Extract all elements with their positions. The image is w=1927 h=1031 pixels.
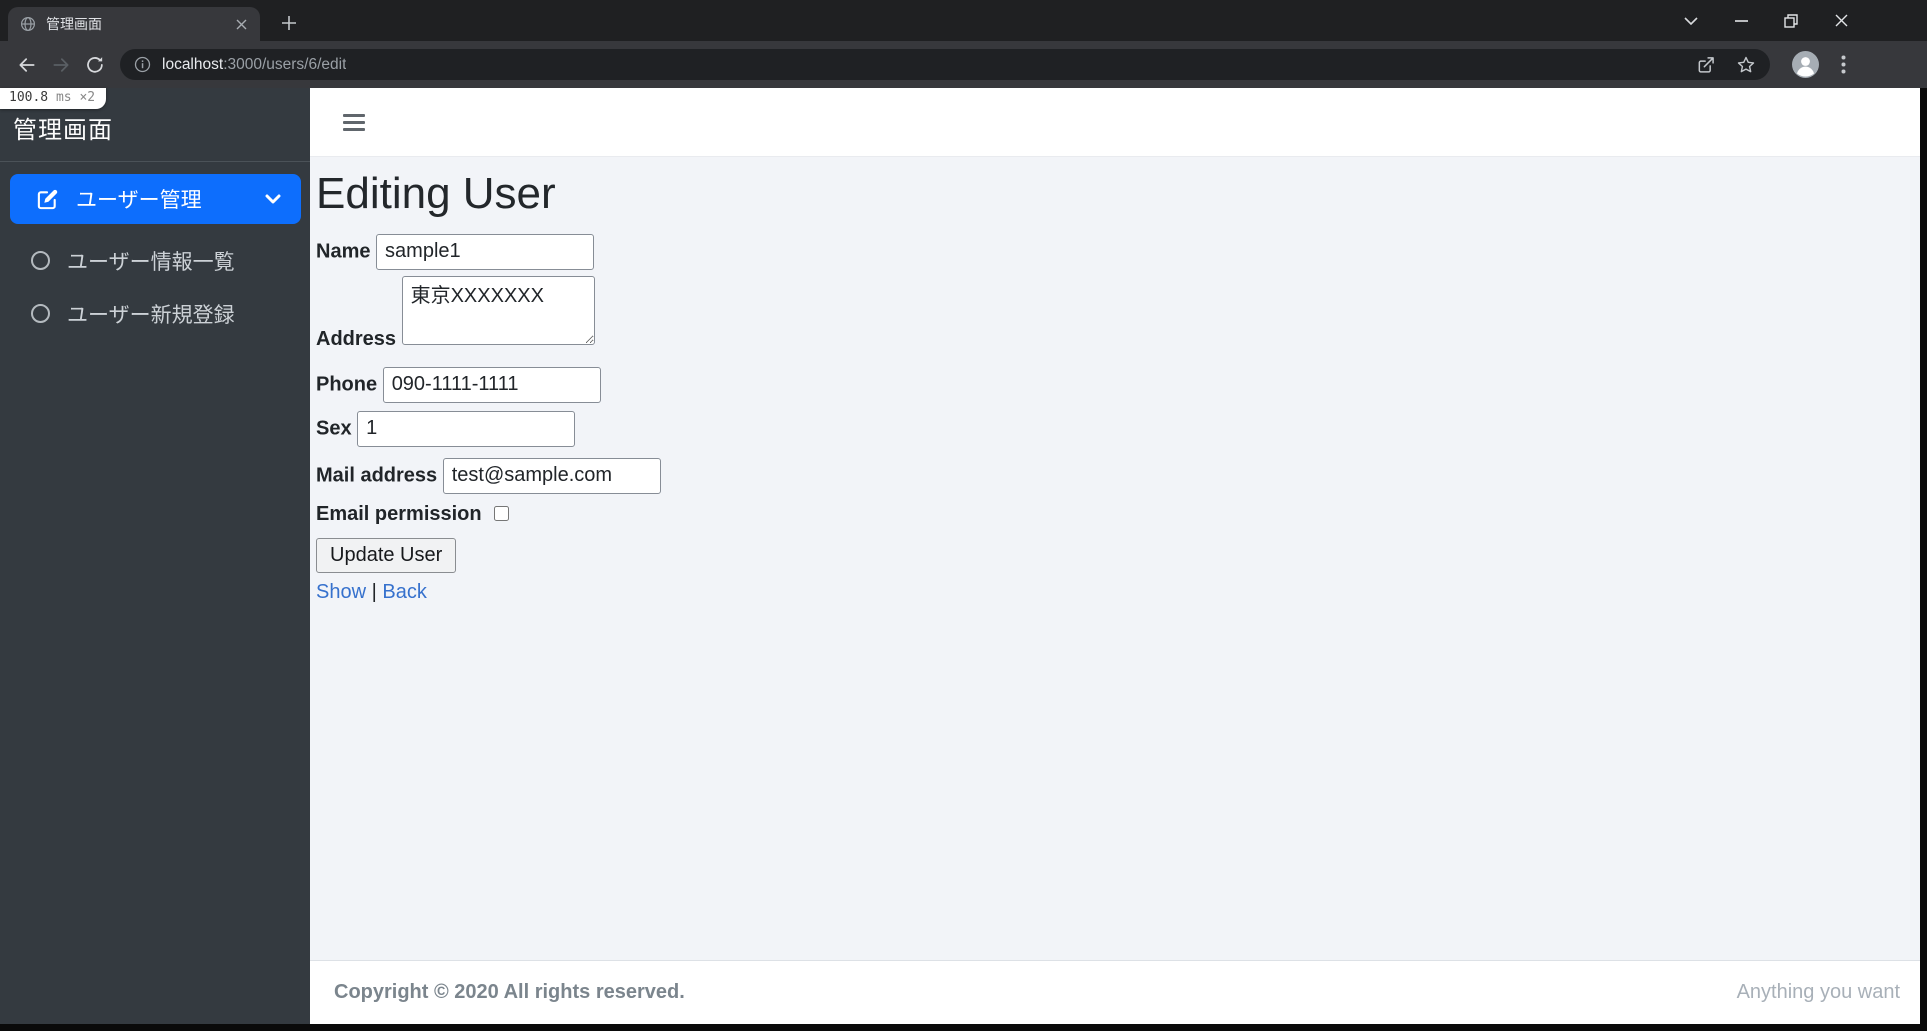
- browser-toolbar: localhost:3000/users/6/edit: [0, 41, 1927, 88]
- sidebar-divider: [0, 161, 310, 162]
- name-field-row: Name: [316, 233, 1920, 270]
- url-text: localhost:3000/users/6/edit: [162, 56, 346, 74]
- show-link[interactable]: Show: [316, 581, 366, 603]
- sidebar-item-user-list[interactable]: ユーザー情報一覧: [0, 244, 310, 277]
- window-right-edge: [1920, 88, 1927, 1031]
- forward-button[interactable]: [44, 48, 78, 82]
- sidebar-item-user-register[interactable]: ユーザー新規登録: [0, 297, 310, 330]
- window-restore-button[interactable]: [1779, 9, 1803, 33]
- link-separator: |: [371, 580, 377, 603]
- window-bottom-edge: [0, 1024, 1927, 1031]
- sidebar-item-label: ユーザー管理: [76, 189, 202, 212]
- sex-input[interactable]: [357, 410, 576, 447]
- back-link[interactable]: Back: [382, 581, 426, 603]
- window-controls: [1679, 0, 1853, 41]
- phone-field-row: Phone: [316, 366, 1920, 403]
- site-info-icon[interactable]: [134, 56, 151, 73]
- top-navbar: [310, 88, 1920, 157]
- favicon-globe-icon: [20, 16, 36, 32]
- email-permission-row: Email permission: [316, 503, 1920, 526]
- main-area: Editing User Name Address 東京XXXXXXX Phon…: [310, 88, 1920, 1024]
- address-field-row: Address 東京XXXXXXX: [316, 275, 1920, 351]
- profiler-badge[interactable]: 100.8 ms ×2: [0, 88, 107, 109]
- links-row: Show | Back: [316, 581, 1920, 604]
- page-title: Editing User: [316, 169, 556, 218]
- phone-label: Phone: [316, 373, 378, 396]
- bookmark-star-icon[interactable]: [1736, 55, 1756, 75]
- profiler-time: 100.8: [9, 90, 49, 105]
- address-bar[interactable]: localhost:3000/users/6/edit: [120, 49, 1770, 80]
- circle-bullet-icon: [31, 304, 50, 323]
- sidebar-item-user-management[interactable]: ユーザー管理: [10, 174, 301, 224]
- email-permission-checkbox[interactable]: [494, 505, 510, 521]
- tab-title: 管理画面: [46, 16, 102, 32]
- footer-tagline: Anything you want: [1736, 981, 1900, 1003]
- mail-address-input[interactable]: [442, 457, 661, 494]
- share-icon[interactable]: [1696, 55, 1716, 75]
- reload-button[interactable]: [78, 48, 112, 82]
- tab-close-icon[interactable]: [232, 15, 250, 33]
- edit-pencil-square-icon: [36, 188, 59, 211]
- chevron-down-icon: [265, 194, 281, 204]
- circle-bullet-icon: [31, 251, 50, 270]
- sidebar: 管理画面 ユーザー管理 ユーザー情報一覧 ユーザー新規登録: [0, 88, 310, 1024]
- browser-menu-kebab-icon[interactable]: [1831, 53, 1855, 77]
- window-minimize-button[interactable]: [1729, 9, 1753, 33]
- sidebar-item-label: ユーザー新規登録: [67, 303, 235, 327]
- name-label: Name: [316, 240, 371, 263]
- footer: Copyright © 2020 All rights reserved. An…: [310, 960, 1920, 1024]
- back-button[interactable]: [10, 48, 44, 82]
- address-label: Address: [316, 327, 397, 350]
- mail-address-label: Mail address: [316, 464, 438, 487]
- mail-field-row: Mail address: [316, 457, 1920, 494]
- sidebar-item-label: ユーザー情報一覧: [67, 250, 235, 274]
- profiler-unit: ms: [55, 90, 72, 105]
- email-permission-label: Email permission: [316, 502, 482, 525]
- name-input[interactable]: [376, 233, 595, 270]
- sex-label: Sex: [316, 417, 352, 440]
- browser-tab-strip: 管理画面: [0, 0, 1927, 41]
- copyright-text: Copyright © 2020 All rights reserved.: [334, 981, 685, 1003]
- url-path: :3000/users/6/edit: [223, 55, 347, 73]
- page: 100.8 ms ×2 管理画面 ユーザー管理 ユーザー情報一覧 ユーザー新規登: [0, 88, 1920, 1024]
- update-user-button[interactable]: Update User: [316, 537, 457, 573]
- window-close-button[interactable]: [1829, 9, 1853, 33]
- submit-row: Update User: [316, 537, 1920, 573]
- browser-tab[interactable]: 管理画面: [8, 7, 260, 41]
- sex-field-row: Sex: [316, 410, 1920, 447]
- phone-input[interactable]: [382, 366, 601, 403]
- profile-avatar[interactable]: [1792, 51, 1819, 78]
- profiler-count: ×2: [79, 90, 96, 105]
- new-tab-button[interactable]: [276, 10, 302, 36]
- hamburger-menu-icon[interactable]: [343, 113, 365, 131]
- content: Editing User Name Address 東京XXXXXXX Phon…: [310, 157, 1920, 960]
- tab-search-chevron-icon[interactable]: [1679, 9, 1703, 33]
- address-textarea[interactable]: 東京XXXXXXX: [401, 275, 595, 345]
- url-host: localhost: [162, 55, 224, 73]
